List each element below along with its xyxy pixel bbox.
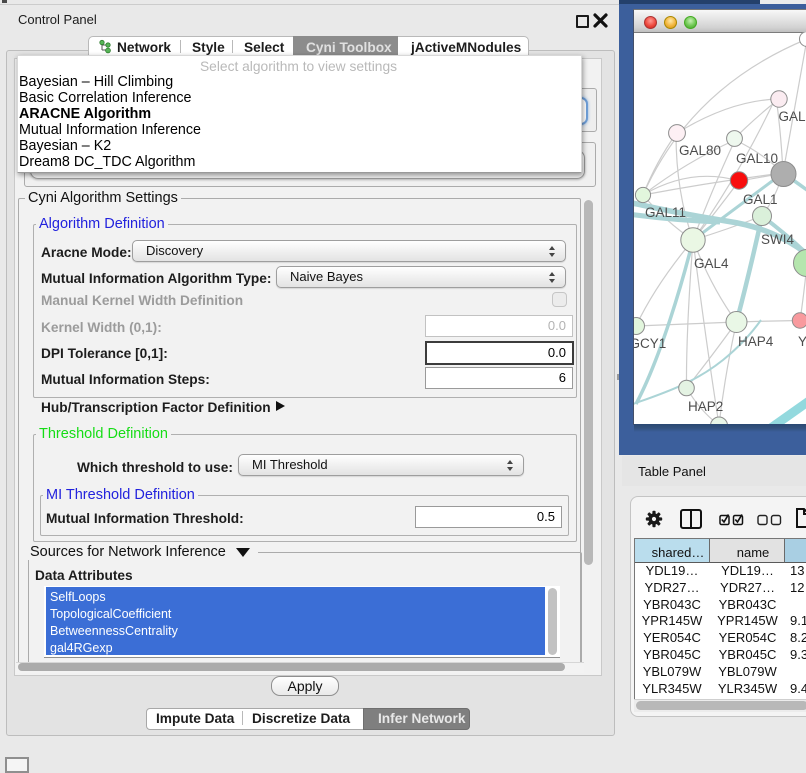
svg-text:SWI4: SWI4	[761, 232, 794, 247]
svg-text:GCY1: GCY1	[634, 336, 666, 351]
svg-text:GAL10: GAL10	[736, 151, 778, 166]
svg-text:HAP2: HAP2	[688, 399, 723, 414]
svg-text:GAL80: GAL80	[679, 143, 721, 158]
svg-text:HAP4: HAP4	[738, 334, 774, 349]
svg-text:GAL11: GAL11	[645, 205, 686, 220]
svg-text:GAL4: GAL4	[694, 256, 729, 271]
svg-text:Y: Y	[798, 334, 806, 349]
svg-text:GAL1: GAL1	[743, 192, 778, 207]
svg-text:GAL7: GAL7	[779, 109, 806, 124]
